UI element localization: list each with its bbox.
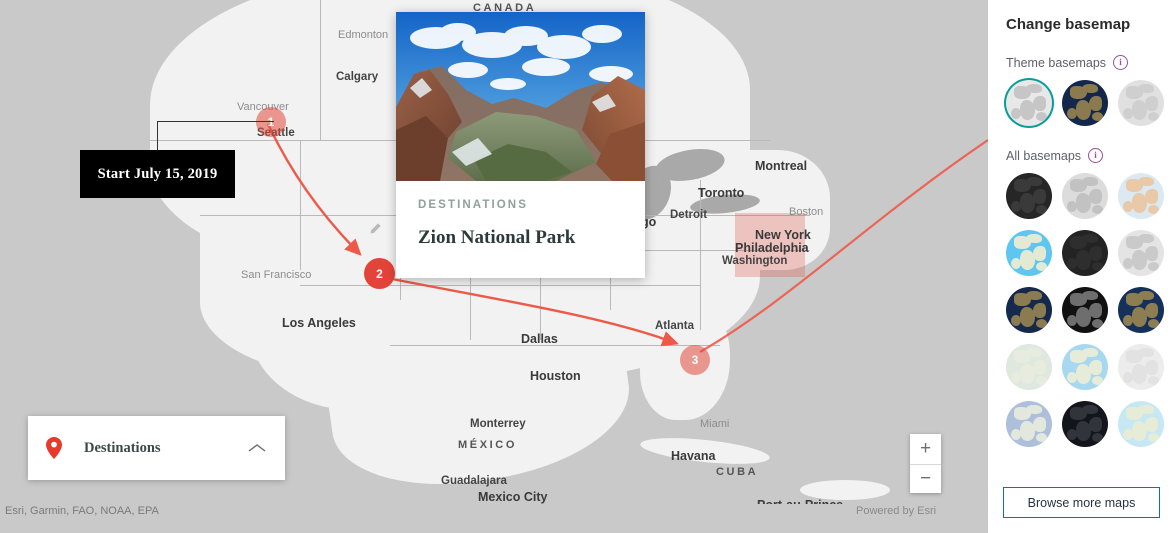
map-label: Monterrey: [470, 418, 526, 430]
panel-title: Change basemap: [1006, 16, 1131, 33]
info-icon[interactable]: i: [1113, 55, 1129, 70]
basemap-row: [1006, 80, 1164, 126]
border-ab-bc: [320, 0, 321, 140]
map-label: New York: [755, 228, 811, 242]
legend-title: Destinations: [84, 439, 161, 456]
basemap-thumb-dark-gray-base[interactable]: [1062, 230, 1108, 276]
map-label: MÉXICO: [458, 439, 517, 451]
basemap-row: [1006, 287, 1164, 333]
map-label: Edmonton: [338, 29, 389, 41]
theme-basemaps-grid[interactable]: [1006, 80, 1164, 126]
map-label: Los Angeles: [282, 316, 356, 330]
map-label: CUBA: [716, 466, 759, 478]
basemap-thumb-light-gray-base[interactable]: [1118, 80, 1164, 126]
map-label: Miami: [700, 418, 730, 430]
basemap-thumb-streets-navigation[interactable]: [1006, 401, 1052, 447]
map-label: Philadelphia: [735, 241, 809, 255]
info-icon[interactable]: i: [1088, 148, 1104, 163]
basemap-thumb-streets[interactable]: [1118, 344, 1164, 390]
basemap-thumb-imagery[interactable]: [1062, 80, 1108, 126]
pencil-icon[interactable]: [368, 222, 382, 236]
map-label: Guadalajara: [441, 475, 507, 487]
zoom-controls[interactable]: + −: [910, 434, 941, 493]
map-viewport[interactable]: CANADAEdmontonCalgaryVancouverSeattleSan…: [0, 0, 988, 533]
chevron-up-icon[interactable]: [247, 442, 267, 454]
basemap-thumb-terrain-with-labels[interactable]: [1006, 344, 1052, 390]
callout-leader-line: [157, 121, 274, 152]
basemap-thumb-oceans[interactable]: [1006, 230, 1052, 276]
basemap-row: [1006, 401, 1164, 447]
basemap-row: [1006, 344, 1164, 390]
route-marker-2[interactable]: 2: [364, 258, 395, 289]
map-label: Toronto: [698, 186, 745, 200]
border-state-7: [300, 285, 700, 286]
theme-basemaps-label: Theme basemaps: [1006, 55, 1107, 70]
map-label: Havana: [671, 449, 716, 463]
land-hispaniola: [800, 480, 890, 500]
popup-title: Zion National Park: [418, 227, 576, 248]
basemap-thumb-dark-gray-canvas[interactable]: [1006, 173, 1052, 219]
all-basemaps-grid[interactable]: [1006, 173, 1164, 447]
theme-basemaps-header: Theme basemaps i: [1006, 55, 1159, 70]
all-basemaps-label: All basemaps: [1006, 148, 1082, 163]
basemap-thumb-imagery-dark[interactable]: [1062, 287, 1108, 333]
map-label: Detroit: [670, 209, 708, 221]
border-state-1: [300, 140, 301, 270]
map-label: Dallas: [521, 332, 558, 346]
start-date-callout: Start July 15, 2019: [80, 150, 235, 198]
map-label: Mexico City: [478, 490, 548, 504]
basemap-thumb-charted-territory[interactable]: [1118, 401, 1164, 447]
all-basemaps-header: All basemaps i: [1006, 148, 1159, 163]
destinations-legend-panel[interactable]: Destinations: [28, 416, 285, 480]
basemap-thumb-imagery-2[interactable]: [1118, 287, 1164, 333]
zion-canyon-photo: [396, 12, 645, 181]
map-label: Washington: [722, 255, 788, 267]
browse-more-maps-button[interactable]: Browse more maps: [1003, 487, 1160, 518]
map-label: Atlanta: [655, 320, 694, 332]
basemap-thumb-light-gray-canvas[interactable]: [1006, 80, 1052, 126]
basemap-row: [1006, 173, 1164, 219]
map-label: San Francisco: [241, 269, 312, 281]
map-label: Montreal: [755, 159, 808, 173]
app-root: CANADAEdmontonCalgaryVancouverSeattleSan…: [0, 0, 1175, 533]
zoom-in-button[interactable]: +: [910, 434, 941, 465]
popup-body: DESTINATIONS Zion National Park: [396, 181, 645, 249]
map-label: Houston: [530, 369, 581, 383]
zoom-out-button[interactable]: −: [910, 465, 941, 495]
basemap-thumb-light-gray-canvas-2[interactable]: [1062, 173, 1108, 219]
map-label: Boston: [789, 206, 824, 218]
change-basemap-panel: Change basemap Theme basemaps i All base…: [988, 0, 1175, 533]
basemap-thumb-streets-night[interactable]: [1062, 401, 1108, 447]
powered-by-esri: Powered by Esri: [856, 505, 937, 517]
destination-popup-card[interactable]: DESTINATIONS Zion National Park: [396, 12, 645, 278]
basemap-row: [1006, 230, 1164, 276]
popup-kicker: DESTINATIONS: [418, 199, 528, 211]
basemap-thumb-imagery-hybrid[interactable]: [1006, 287, 1052, 333]
attribution-sources: Esri, Garmin, FAO, NOAA, EPA: [5, 505, 159, 517]
basemap-thumb-topographic[interactable]: [1062, 344, 1108, 390]
map-label: Calgary: [336, 71, 379, 83]
basemap-thumb-light-gray-base-2[interactable]: [1118, 230, 1164, 276]
map-pin-icon: [46, 437, 62, 459]
route-marker-3[interactable]: 3: [680, 345, 710, 375]
start-date-text: Start July 15, 2019: [97, 165, 218, 182]
basemap-thumb-national-geographic[interactable]: [1118, 173, 1164, 219]
border-state-9: [700, 180, 701, 330]
